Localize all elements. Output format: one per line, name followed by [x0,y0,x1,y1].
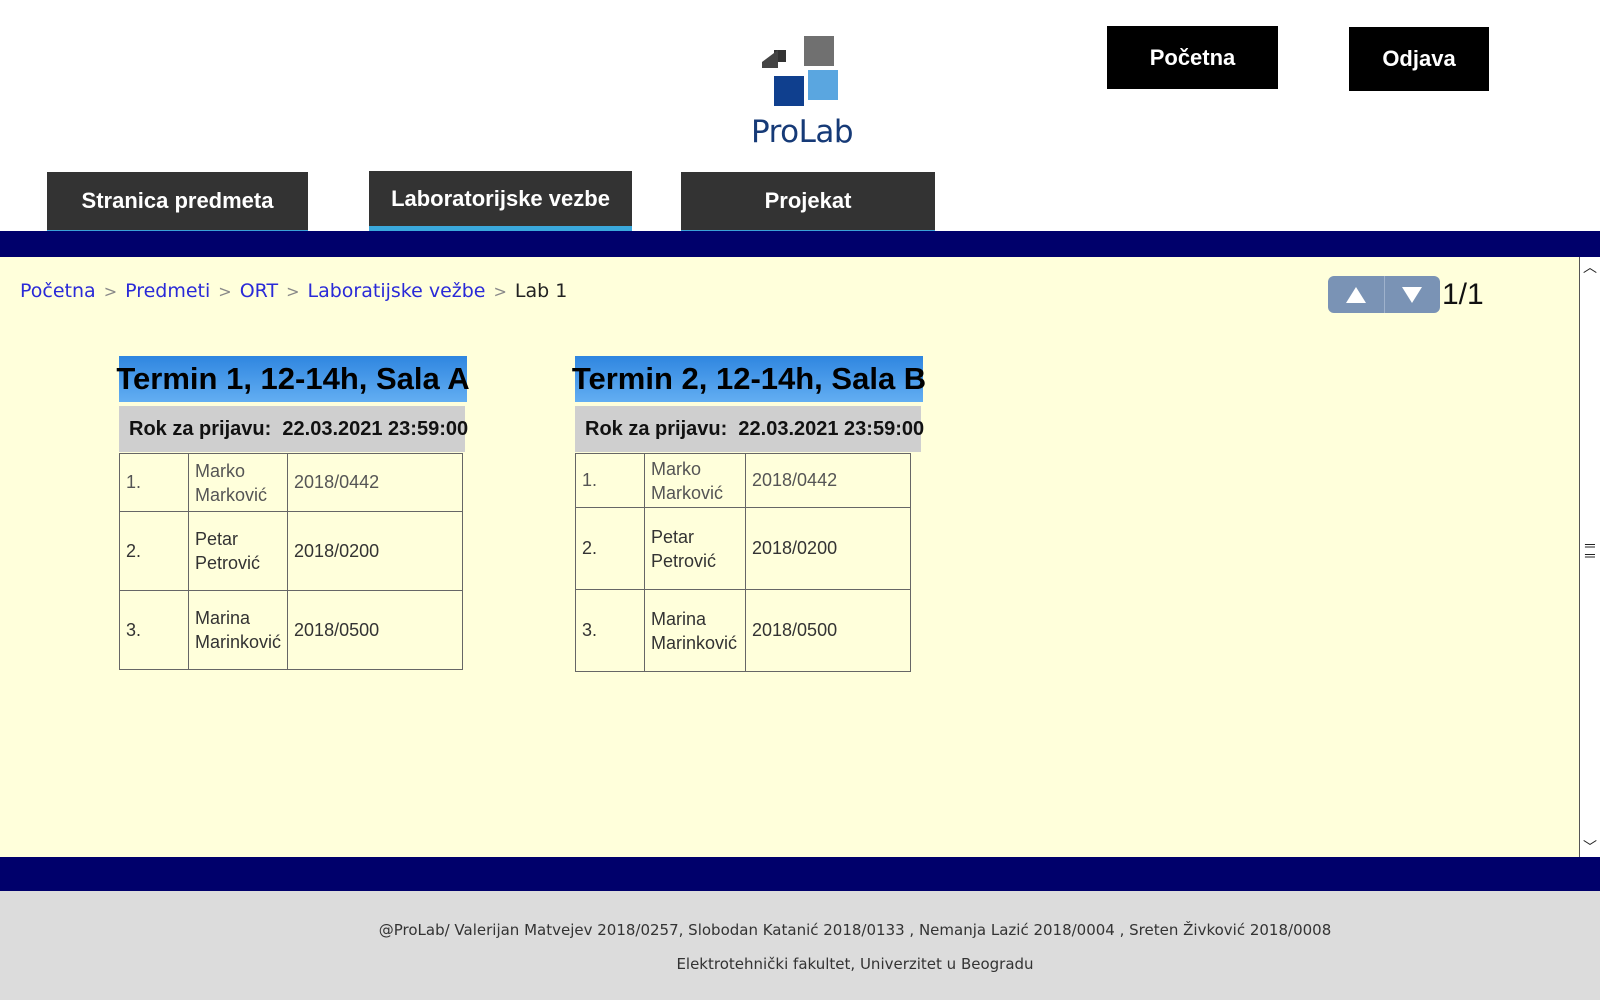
table-row[interactable]: 3. Marina Marinković 2018/0500 [575,589,911,672]
termin-panel-1: Termin 1, 12-14h, Sala A Rok za prijavu:… [116,356,470,670]
pager-down-button[interactable] [1383,276,1441,313]
triangle-down-icon [1402,286,1423,303]
student-index: 2018/0200 [745,507,911,590]
tab-projekat[interactable]: Projekat [681,172,935,232]
student-name: Marko Marković [187,453,289,512]
deadline-value: 22.03.2021 23:59:00 [282,417,469,440]
termin-table: 1. Marko Marković 2018/0442 2. Petar Petro… [575,453,911,672]
deadline-label: Rok za prijavu: [129,417,272,440]
table-row[interactable]: 1. Marko Marković 2018/0442 [575,453,911,508]
home-button[interactable]: Početna [1107,26,1278,89]
breadcrumb-link-predmeti[interactable]: Predmeti [125,280,210,302]
pager-controls [1328,276,1440,313]
pager-up-button[interactable] [1328,276,1384,313]
logout-button[interactable]: Odjava [1349,27,1489,91]
student-index: 2018/0200 [287,511,464,591]
row-number: 1. [575,453,645,508]
student-index: 2018/0500 [745,589,911,672]
breadcrumb: Početna > Predmeti > ORT > Laboratijske vežbe >… [20,280,567,302]
row-number: 3. [119,590,189,670]
deadline-label: Rok za prijavu: [585,417,728,440]
triangle-up-icon [1345,286,1366,303]
student-name: Marina Marinković [644,589,746,672]
prolab-logo-icon [762,32,838,106]
tab-stranica-predmeta[interactable]: Stranica predmeta [47,172,308,232]
termin-deadline: Rok za prijavu: 22.03.2021 23:59:00 [575,406,925,452]
breadcrumb-current: Lab 1 [514,280,568,302]
termin-panel-2: Termin 2, 12-14h, Sala B Rok za prijavu:… [572,356,926,672]
termin-deadline: Rok za prijavu: 22.03.2021 23:59:00 [119,406,469,452]
termin-title: Termin 1, 12-14h, Sala A [116,356,470,402]
breadcrumb-link-ort[interactable]: ORT [240,280,278,302]
header-band [0,231,1600,257]
row-number: 1. [119,453,189,512]
tab-laboratorijske-vezbe[interactable]: Laboratorijske vezbe [369,171,632,232]
footer-faculty: Elektrotehnički fakultet, Univerzitet u … [676,955,1034,973]
vertical-scrollbar[interactable]: ︿ ═ ═ ﹀ [1579,257,1600,857]
table-row[interactable]: 3. Marina Marinković 2018/0500 [119,590,464,670]
prolab-logo[interactable]: ProLab [742,28,862,152]
deadline-value: 22.03.2021 23:59:00 [738,417,925,440]
student-name: Petar Petrović [187,511,289,591]
pager-count: 1/1 [1442,278,1484,311]
table-row[interactable]: 2. Petar Petrović 2018/0200 [119,511,464,591]
row-number: 2. [575,507,645,590]
breadcrumb-separator: > [103,282,118,301]
row-number: 3. [575,589,645,672]
termin-table: 1. Marko Marković 2018/0442 2. Petar Petro… [119,453,464,670]
scroll-up-icon[interactable]: ︿ [1580,257,1600,277]
student-name: Petar Petrović [644,507,746,590]
termin-title: Termin 2, 12-14h, Sala B [572,356,926,402]
breadcrumb-separator: > [286,282,300,301]
footer-band [0,857,1600,891]
logo-text: ProLab [750,114,854,150]
student-name: Marko Marković [644,453,746,508]
student-name: Marina Marinković [187,590,289,670]
footer: @ProLab/ Valerijan Matvejev 2018/0257, S… [0,891,1600,1000]
scroll-down-icon[interactable]: ﹀ [1580,837,1600,857]
table-row[interactable]: 1. Marko Marković 2018/0442 [119,453,464,512]
student-index: 2018/0442 [287,453,464,512]
student-index: 2018/0500 [287,590,464,670]
scroll-grip-icon[interactable]: ═ ═ [1580,538,1600,562]
breadcrumb-link-laboratijske-vezbe[interactable]: Laboratijske vežbe [308,280,486,302]
breadcrumb-separator: > [218,282,232,301]
row-number: 2. [119,511,189,591]
breadcrumb-separator: > [493,282,507,301]
table-row[interactable]: 2. Petar Petrović 2018/0200 [575,507,911,590]
footer-authors: @ProLab/ Valerijan Matvejev 2018/0257, S… [378,921,1332,939]
student-index: 2018/0442 [745,453,911,508]
breadcrumb-link-pocetna[interactable]: Početna [20,280,96,302]
